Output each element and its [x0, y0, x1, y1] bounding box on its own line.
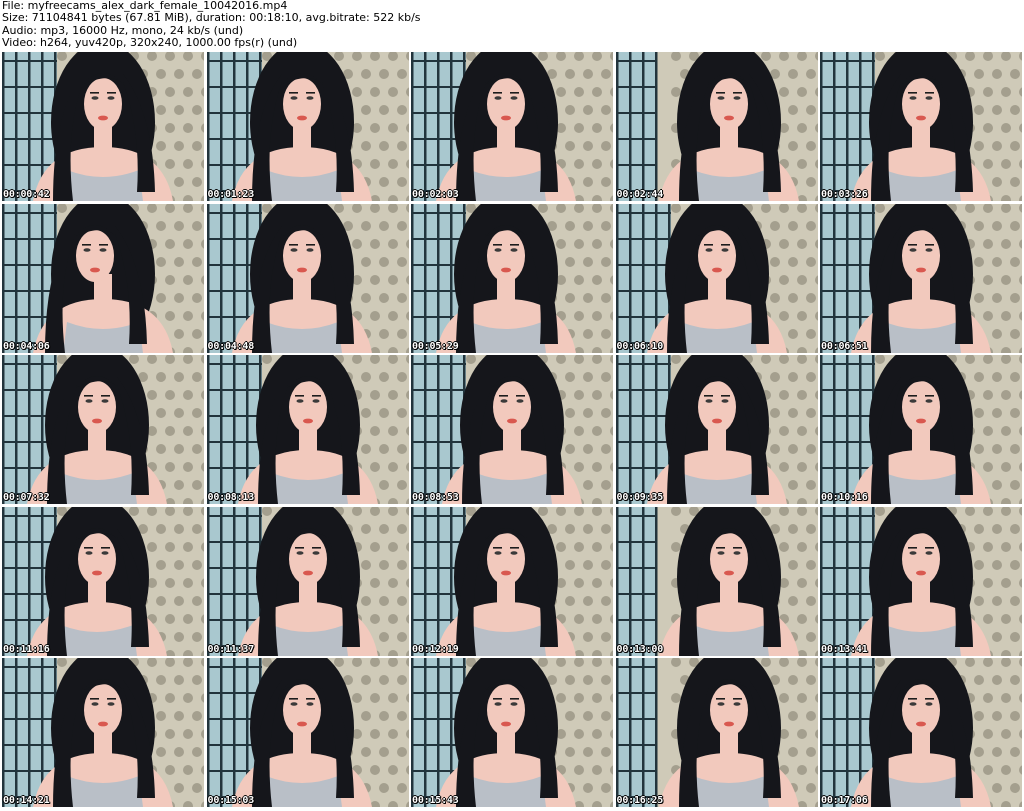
audio-info-line: Audio: mp3, 16000 Hz, mono, 24 kb/s (und… [2, 24, 244, 37]
video-thumbnail: 00:00:42 [2, 52, 204, 201]
thumbnail-frame-image [206, 203, 409, 353]
thumbnail-frame-image [411, 658, 613, 807]
thumbnail-timestamp: 00:06:51 [821, 340, 868, 352]
video-thumbnail: 00:14:21 [2, 658, 204, 807]
thumbnail-timestamp: 00:13:41 [821, 643, 868, 655]
thumbnail-timestamp: 00:17:06 [821, 795, 868, 806]
video-thumbnail: 00:16:25 [615, 658, 818, 807]
thumbnail-timestamp: 00:00:42 [3, 189, 50, 200]
video-thumbnail: 00:15:03 [206, 658, 409, 807]
thumbnail-frame-image [411, 52, 613, 201]
thumbnail-frame-image [2, 506, 204, 656]
file-info-header: File: myfreecams_alex_dark_female_100420… [2, 0, 1022, 50]
video-thumbnail: 00:15:43 [411, 658, 613, 807]
file-name-line: File: myfreecams_alex_dark_female_100420… [2, 0, 288, 12]
thumbnail-timestamp: 00:06:10 [616, 340, 664, 352]
video-thumbnail: 00:02:44 [615, 52, 818, 201]
thumbnail-timestamp: 00:11:37 [207, 643, 255, 655]
thumbnail-frame-image [615, 506, 818, 656]
video-thumbnail: 00:12:19 [411, 506, 613, 656]
video-thumbnail: 00:11:37 [206, 506, 409, 656]
video-thumbnail: 00:02:03 [411, 52, 613, 201]
thumbnail-timestamp: 00:15:43 [412, 795, 459, 806]
video-thumbnail: 00:04:48 [206, 203, 409, 353]
thumbnail-timestamp: 00:07:32 [3, 492, 50, 503]
video-thumbnail: 00:11:16 [2, 506, 204, 656]
thumbnail-timestamp: 00:02:03 [412, 189, 459, 200]
thumbnail-frame-image [615, 355, 818, 504]
file-size-line: Size: 71104841 bytes (67.81 MiB), durati… [2, 12, 421, 25]
video-thumbnail: 00:17:06 [820, 658, 1022, 807]
thumbnail-timestamp: 00:10:16 [821, 492, 868, 503]
thumbnail-frame-image [820, 506, 1022, 656]
thumbnail-frame-image [2, 52, 204, 201]
thumbnail-frame-image [2, 355, 204, 504]
thumbnail-frame-image [615, 52, 818, 201]
thumbnail-timestamp: 00:11:16 [3, 643, 50, 655]
thumbnail-timestamp: 00:04:48 [207, 340, 255, 352]
thumbnail-timestamp: 00:09:35 [616, 492, 664, 503]
video-thumbnail: 00:08:53 [411, 355, 613, 504]
thumbnail-frame-image [411, 203, 613, 353]
thumbnail-frame-image [820, 52, 1022, 201]
thumbnail-frame-image [2, 658, 204, 807]
video-thumbnail: 00:10:16 [820, 355, 1022, 504]
thumbnail-frame-image [615, 203, 818, 353]
thumbnail-timestamp: 00:16:25 [616, 795, 664, 806]
thumbnail-timestamp: 00:12:19 [412, 643, 459, 655]
thumbnail-timestamp: 00:08:53 [412, 492, 459, 503]
video-thumbnail: 00:07:32 [2, 355, 204, 504]
thumbnail-timestamp: 00:14:21 [3, 795, 50, 806]
thumbnail-frame-image [411, 506, 613, 656]
thumbnail-frame-image [206, 52, 409, 201]
thumbnail-timestamp: 00:08:13 [207, 492, 255, 503]
video-thumbnail: 00:08:13 [206, 355, 409, 504]
thumbnail-frame-image [206, 658, 409, 807]
thumbnail-frame-image [820, 658, 1022, 807]
video-thumbnail: 00:01:23 [206, 52, 409, 201]
thumbnail-frame-image [411, 355, 613, 504]
video-thumbnail: 00:06:51 [820, 203, 1022, 353]
thumbnail-frame-image [615, 658, 818, 807]
thumbnail-frame-image [820, 203, 1022, 353]
thumbnail-timestamp: 00:01:23 [207, 189, 255, 200]
thumbnail-grid: 00:00:42 00:01:23 00:02:03 00:02:44 00:03:26… [2, 52, 1022, 807]
thumbnail-frame-image [2, 203, 204, 353]
video-thumbnail: 00:05:29 [411, 203, 613, 353]
thumbnail-timestamp: 00:15:03 [207, 795, 255, 806]
thumbnail-timestamp: 00:03:26 [821, 189, 868, 200]
thumbnail-timestamp: 00:05:29 [412, 340, 459, 352]
video-thumbnail: 00:09:35 [615, 355, 818, 504]
video-info-line: Video: h264, yuv420p, 320x240, 1000.00 f… [2, 36, 298, 49]
thumbnail-timestamp: 00:02:44 [616, 189, 664, 200]
thumbnail-frame-image [206, 355, 409, 504]
video-thumbnail: 00:13:00 [615, 506, 818, 656]
video-thumbnail: 00:03:26 [820, 52, 1022, 201]
video-thumbnail: 00:04:06 [2, 203, 204, 353]
thumbnail-frame-image [820, 355, 1022, 504]
thumbnail-frame-image [206, 506, 409, 656]
video-thumbnail: 00:13:41 [820, 506, 1022, 656]
thumbnail-timestamp: 00:04:06 [3, 340, 50, 352]
video-thumbnail: 00:06:10 [615, 203, 818, 353]
thumbnail-timestamp: 00:13:00 [616, 643, 664, 655]
